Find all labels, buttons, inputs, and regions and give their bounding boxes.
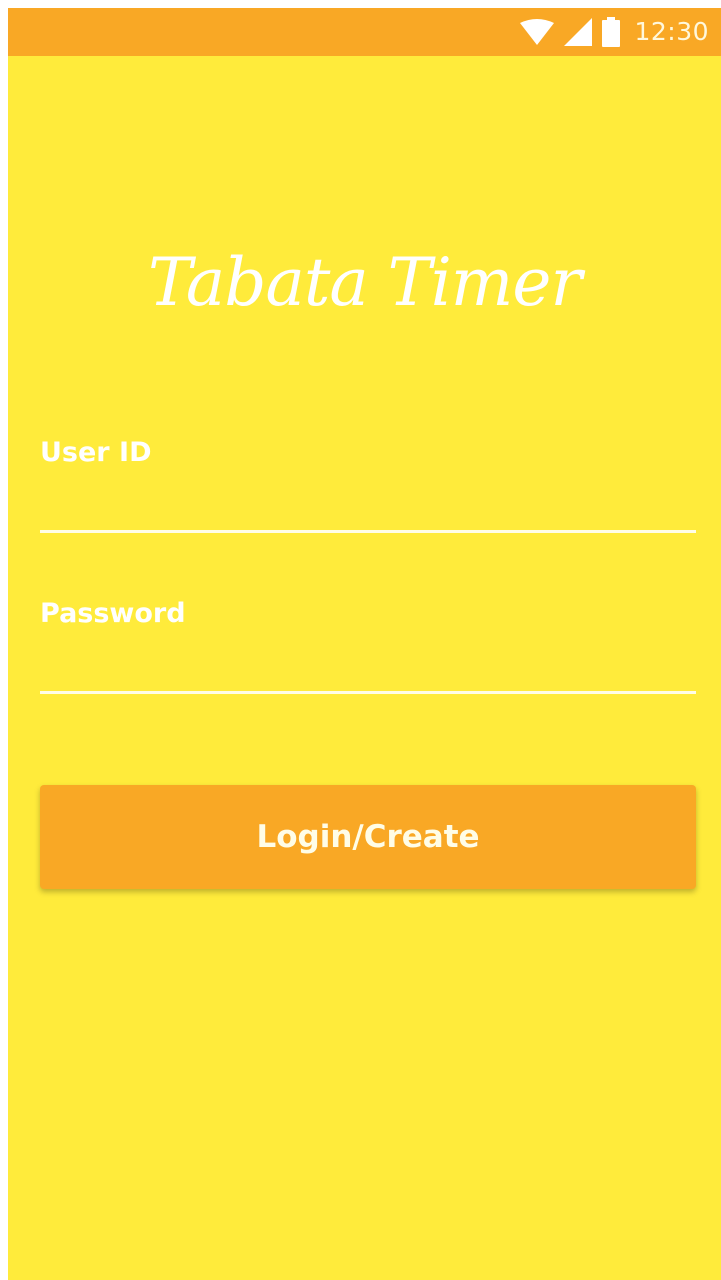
status-bar: 12:30 bbox=[8, 8, 721, 56]
status-icons: 12:30 bbox=[520, 8, 709, 56]
user-id-input[interactable] bbox=[40, 473, 696, 533]
user-id-label: User ID bbox=[40, 437, 152, 468]
status-clock: 12:30 bbox=[634, 17, 709, 46]
login-create-button[interactable]: Login/Create bbox=[40, 785, 696, 889]
battery-icon bbox=[602, 17, 621, 47]
app-title: Tabata Timer bbox=[147, 244, 582, 321]
wifi-icon bbox=[520, 19, 555, 45]
password-input[interactable] bbox=[40, 634, 696, 694]
password-field: Password bbox=[40, 594, 696, 694]
app-screen: 12:30 Tabata Timer User ID Password Logi… bbox=[8, 8, 721, 1280]
user-id-field: User ID bbox=[40, 433, 696, 533]
cell-signal-icon bbox=[564, 18, 593, 46]
password-label: Password bbox=[40, 598, 186, 629]
